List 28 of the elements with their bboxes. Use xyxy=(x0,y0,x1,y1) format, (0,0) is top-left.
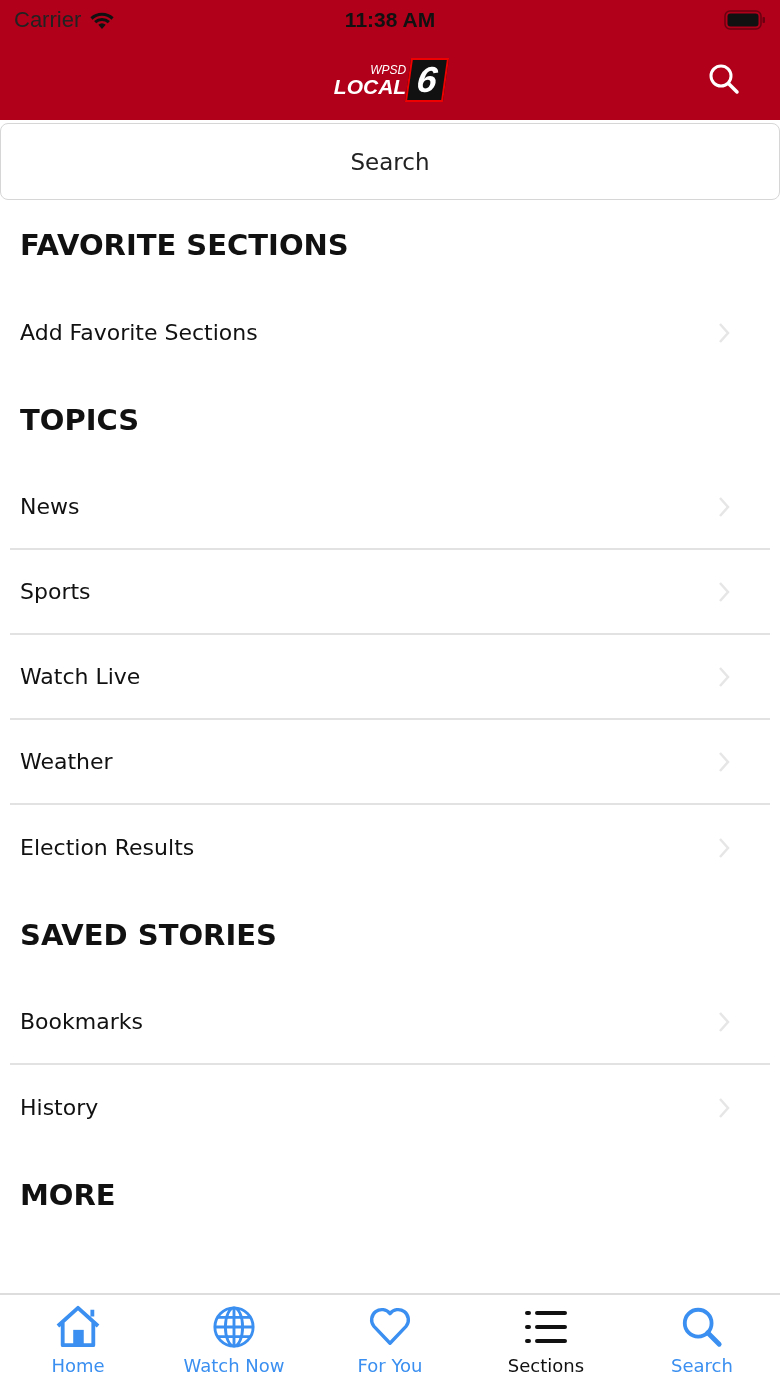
wifi-icon xyxy=(89,10,116,30)
section-row[interactable]: History xyxy=(10,1065,770,1150)
section-row[interactable]: Bookmarks xyxy=(10,980,770,1065)
section-row[interactable]: Sports xyxy=(10,550,770,635)
chevron-icon xyxy=(718,580,730,603)
chevron-icon xyxy=(718,665,730,688)
search-icon[interactable] xyxy=(708,63,740,95)
status-time: 11:38 AM xyxy=(343,8,437,32)
chevron-icon xyxy=(718,750,730,773)
battery-icon xyxy=(724,10,766,30)
section-row[interactable]: News xyxy=(10,465,770,550)
section-row[interactable]: Watch Live xyxy=(10,635,770,720)
chevron-icon xyxy=(718,1096,730,1119)
section-row[interactable]: Election Results xyxy=(10,805,770,890)
section-heading: FAVORITE SECTIONS xyxy=(20,228,349,262)
section-row[interactable]: Weather xyxy=(10,720,770,805)
tab-item[interactable]: Sections xyxy=(468,1295,624,1387)
section-heading: SAVED STORIES xyxy=(20,918,277,952)
section-heading: TOPICS xyxy=(20,403,140,437)
chevron-icon xyxy=(718,1010,730,1033)
chevron-icon xyxy=(718,495,730,518)
search-field[interactable]: Search xyxy=(0,123,780,200)
section-heading: MORE xyxy=(20,1178,116,1212)
section-row[interactable]: Add Favorite Sections xyxy=(10,290,770,375)
globe-icon xyxy=(211,1305,257,1349)
chevron-icon xyxy=(718,321,730,344)
chevron-icon xyxy=(718,836,730,859)
carrier-name: Carrier xyxy=(14,7,82,33)
